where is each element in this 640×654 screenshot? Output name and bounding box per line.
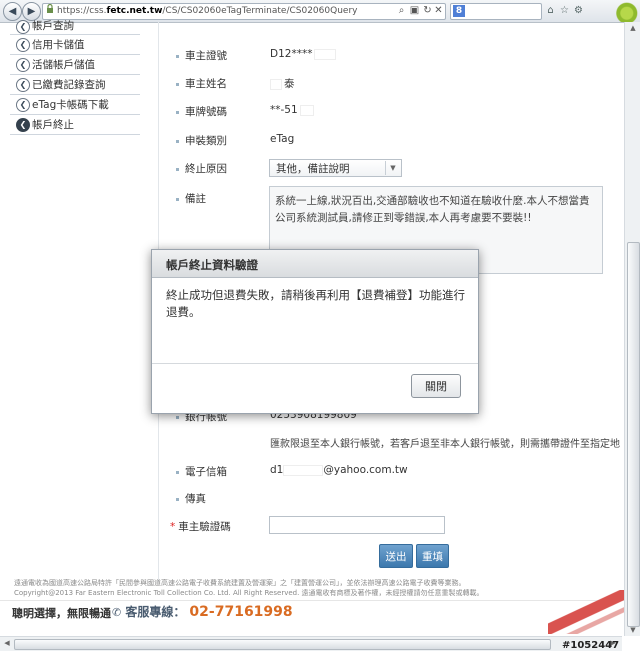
scroll-down-icon[interactable]: ▼ <box>626 626 640 634</box>
url-domain: fetc.net.tw <box>106 6 163 16</box>
back-button[interactable]: ◀ <box>3 2 22 21</box>
scroll-thumb[interactable] <box>627 242 640 627</box>
horizontal-scrollbar[interactable]: ◀ ▶ <box>0 636 622 651</box>
termination-dialog: 帳戶終止資料驗證 終止成功但退費失敗，請稍後再利用【退費補登】功能進行退費。 關… <box>151 249 479 414</box>
forward-arrow-icon: ▶ <box>27 6 36 17</box>
scroll-left-icon[interactable]: ◀ <box>0 639 14 647</box>
browser-toolbar: ◀ ▶ https://css.fetc.net.tw/CS/CS02060eT… <box>0 0 640 23</box>
dialog-title: 帳戶終止資料驗證 <box>166 258 258 272</box>
certificate-icon[interactable]: ▣ <box>408 4 421 17</box>
vertical-scrollbar[interactable]: ▲ ▼ <box>624 22 640 636</box>
close-icon[interactable]: ✕ <box>432 4 445 17</box>
search-box[interactable]: 8 <box>450 3 542 20</box>
dialog-header: 帳戶終止資料驗證 <box>152 250 478 278</box>
watermark: #1052447 <box>562 640 620 651</box>
address-bar[interactable]: https://css.fetc.net.tw/CS/CS02060eTagTe… <box>42 3 446 20</box>
padlock-icon <box>46 4 55 19</box>
dialog-message: 終止成功但退費失敗，請稍後再利用【退費補登】功能進行退費。 <box>166 288 465 319</box>
dialog-divider <box>152 363 478 364</box>
browser-logo-icon <box>596 0 640 22</box>
url-path: /CS/CS02060eTagTerminate/CS02060Query <box>162 6 358 16</box>
url-prefix: https://css. <box>57 6 107 16</box>
search-engine-icon: 8 <box>453 5 465 17</box>
forward-button[interactable]: ▶ <box>22 2 41 21</box>
search-icon[interactable]: ⌕ <box>395 4 408 17</box>
scroll-thumb[interactable] <box>14 639 551 650</box>
back-arrow-icon: ◀ <box>8 6 17 17</box>
settings-gear-icon[interactable]: ⚙ <box>572 4 585 17</box>
home-icon[interactable]: ⌂ <box>544 4 557 17</box>
scroll-up-icon[interactable]: ▲ <box>626 24 640 32</box>
close-button[interactable]: 關閉 <box>411 374 461 398</box>
favorites-icon[interactable]: ☆ <box>558 4 571 17</box>
